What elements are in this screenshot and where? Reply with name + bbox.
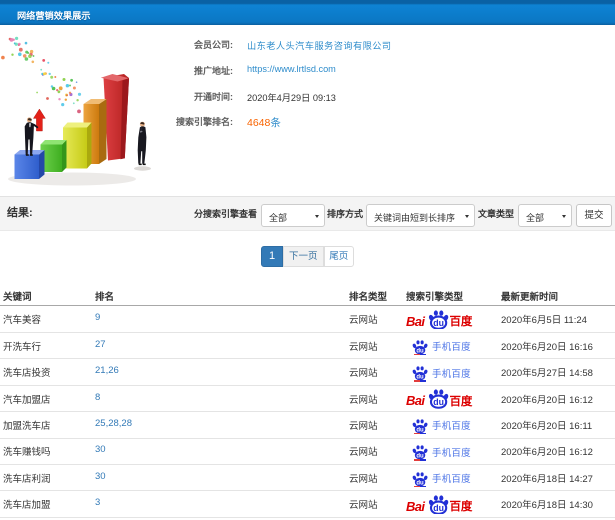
svg-text:du: du xyxy=(434,318,445,328)
svg-text:du: du xyxy=(434,503,445,513)
svg-text:du: du xyxy=(434,397,445,407)
